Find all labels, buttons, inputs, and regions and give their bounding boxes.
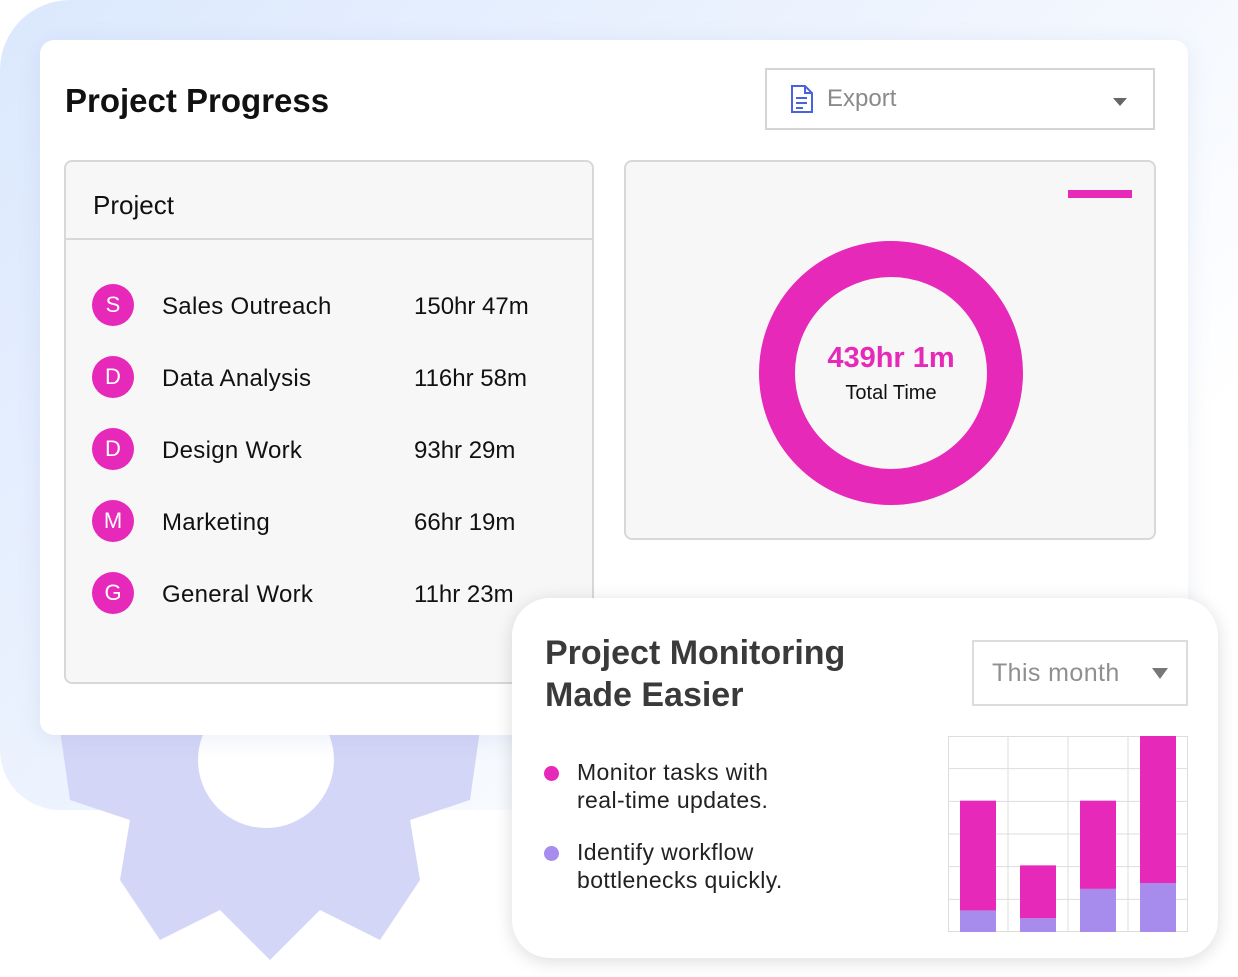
feature-item: Identify workflow bottlenecks quickly. [544,838,924,894]
project-avatar: S [92,284,134,326]
project-name: General Work [162,581,314,608]
bar-segment-lower [960,910,996,932]
project-avatar: D [92,428,134,470]
project-time: 93hr 29m [414,437,516,464]
page-title: Project Progress [65,82,330,119]
period-dropdown[interactable]: This month [972,640,1188,706]
project-list-panel: Project S Sales Outreach 150hr 47m D Dat… [64,160,594,684]
feature-text-line1: Monitor tasks with [577,759,769,785]
total-time-label: Total Time [845,382,937,404]
bar-segment-lower [1140,883,1176,932]
bar-segment-lower [1020,918,1056,932]
bar-segment-lower [1080,888,1116,932]
bar-segment-upper [1080,800,1116,889]
feature-text-line2: bottlenecks quickly. [577,867,783,893]
bar-segment-upper [960,800,996,911]
document-icon [791,85,813,113]
total-time-value: 439hr 1m [827,342,955,374]
project-avatar: G [92,572,134,614]
project-time: 150hr 47m [414,293,529,320]
export-dropdown[interactable]: Export [765,68,1155,130]
project-name: Data Analysis [162,365,312,392]
project-time: 11hr 23m [414,581,514,608]
project-avatar: D [92,356,134,398]
chevron-down-icon [1152,668,1168,679]
project-panel-header: Project [66,162,592,240]
project-time: 66hr 19m [414,509,516,536]
project-name: Design Work [162,437,303,464]
project-name: Sales Outreach [162,293,332,320]
project-name: Marketing [162,509,271,536]
project-row[interactable]: D Design Work 93hr 29m [92,428,572,506]
bar-segment-upper [1140,736,1176,883]
monitoring-title: Project Monitoring Made Easier [545,632,965,716]
project-row[interactable]: M Marketing 66hr 19m [92,500,572,578]
monitoring-title-line1: Project Monitoring [545,634,846,672]
project-row[interactable]: S Sales Outreach 150hr 47m [92,284,572,362]
bullet-dot [544,766,559,781]
project-list: S Sales Outreach 150hr 47m D Data Analys… [92,284,572,650]
total-time-panel: 439hr 1m Total Time [624,160,1156,540]
monitoring-card: Project Monitoring Made Easier This mont… [512,598,1218,958]
chevron-down-icon [1113,98,1127,106]
period-label: This month [992,658,1120,687]
bullet-dot [544,846,559,861]
project-avatar: M [92,500,134,542]
monitoring-title-line2: Made Easier [545,676,744,714]
bar-segment-upper [1020,865,1056,919]
project-time: 116hr 58m [414,365,527,392]
project-row[interactable]: D Data Analysis 116hr 58m [92,356,572,434]
feature-item: Monitor tasks with real-time updates. [544,758,924,814]
feature-text-line2: real-time updates. [577,787,769,813]
project-row[interactable]: G General Work 11hr 23m [92,572,572,650]
export-label: Export [827,85,897,112]
legend-swatch [1068,190,1132,198]
stacked-bar-chart [948,736,1188,932]
feature-text-line1: Identify workflow [577,839,754,865]
feature-list: Monitor tasks with real-time updates. Id… [544,758,924,918]
